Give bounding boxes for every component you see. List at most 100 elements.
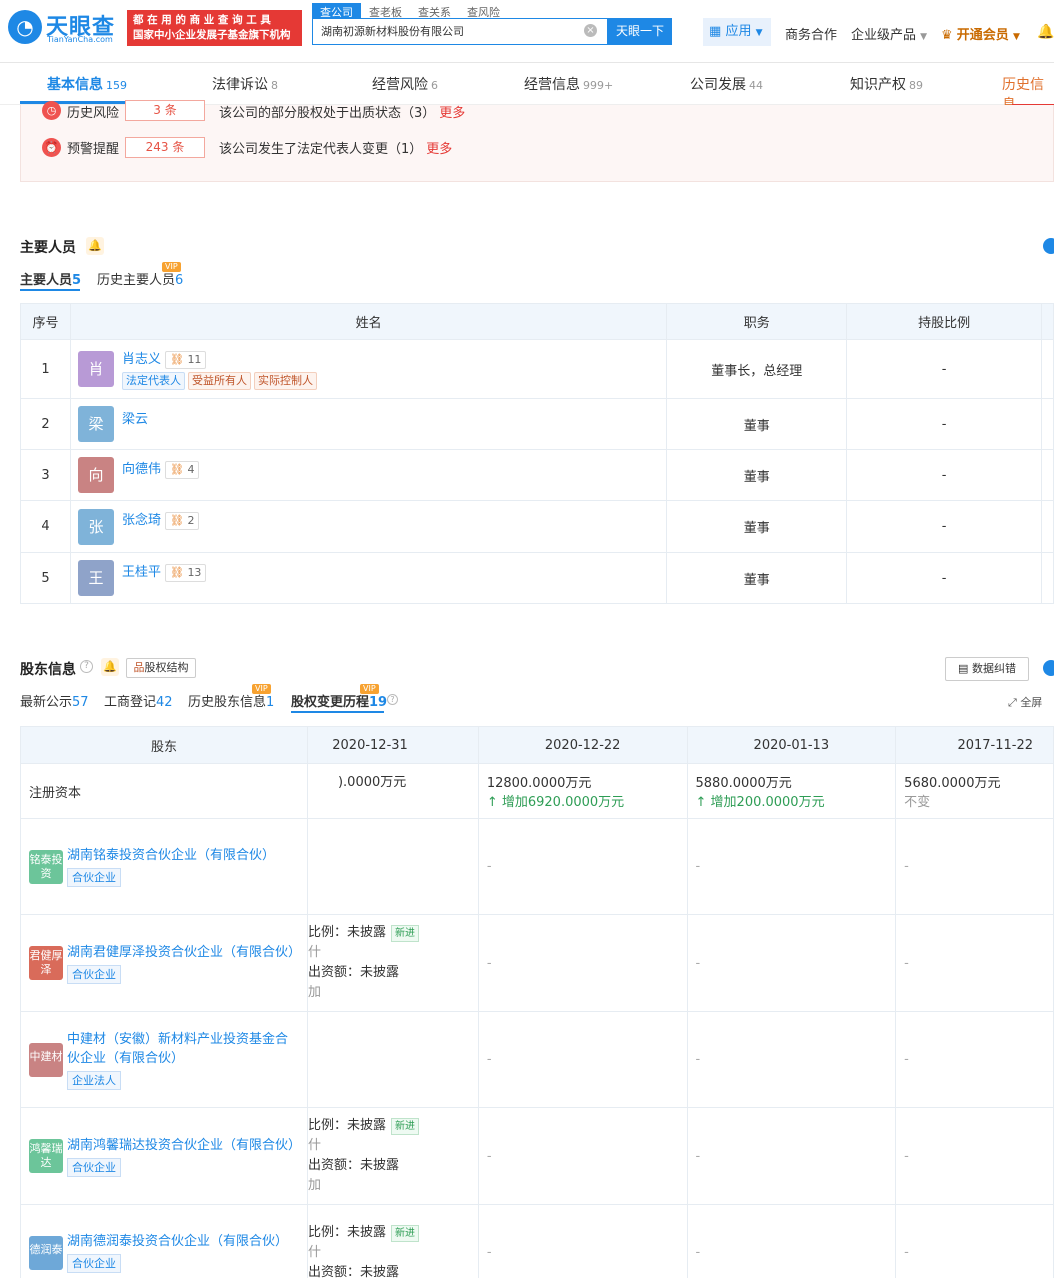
change-cell <box>306 818 479 915</box>
row-more <box>1041 500 1054 553</box>
app-menu-button[interactable]: ▦ 应用 ▼ <box>703 18 771 46</box>
data-error-label: 数据纠错 <box>971 662 1016 675</box>
company-logo[interactable]: 君健厚泽 <box>29 946 63 980</box>
company-type-tag: 合伙企业 <box>67 964 121 984</box>
company-logo[interactable]: 中建材 <box>29 1042 63 1077</box>
ratio-label: 比例： <box>307 925 347 940</box>
shareholder-cell: 中建材 中建材（安徽）新材料产业投资基金合伙企业（有限合伙） 企业法人 <box>20 1011 308 1108</box>
shareholder-cell: 铭泰投资 湖南铭泰投资合伙企业（有限合伙） 合伙企业 <box>20 818 308 915</box>
tab-label: 基本信息 <box>47 77 103 93</box>
alarm-icon: ⏰ <box>42 138 61 157</box>
shareholder-name-link[interactable]: 湖南铭泰投资合伙企业（有限合伙） <box>67 846 297 865</box>
notification-bell-icon[interactable]: 🔔 <box>1037 24 1054 40</box>
relation-count-value: 11 <box>187 353 202 366</box>
shareholder-name-link[interactable]: 湖南君健厚泽投资合伙企业（有限合伙） <box>67 943 301 962</box>
table-row: 中建材 中建材（安徽）新材料产业投资基金合伙企业（有限合伙） 企业法人 - - - <box>20 1011 1054 1108</box>
company-logo[interactable]: 鸿馨瑞达 <box>29 1139 63 1173</box>
logo-icon[interactable]: ◔ <box>8 10 42 44</box>
person-name-link[interactable]: 肖志义 <box>122 352 161 367</box>
controller-tag[interactable]: 实际控制人 <box>253 372 317 390</box>
person-name-link[interactable]: 王桂平 <box>122 565 161 580</box>
shareholder-name-link[interactable]: 中建材（安徽）新材料产业投资基金合伙企业（有限合伙） <box>67 1030 297 1068</box>
amount-value: 未披露 <box>359 1158 399 1173</box>
table-header-row: 序号 姓名 职务 持股比例 <box>20 303 1054 340</box>
relation-icon: ⛓ <box>169 514 184 527</box>
question-icon[interactable]: ? <box>387 694 398 705</box>
col-header-no: 序号 <box>20 303 71 340</box>
person-name-link[interactable]: 张念琦 <box>122 513 161 528</box>
row-more <box>1041 552 1054 604</box>
company-logo[interactable]: 铭泰投资 <box>29 849 63 884</box>
relation-count[interactable]: ⛓ 4 <box>164 460 200 479</box>
tab-business-info[interactable]: 经营信息 999+ <box>524 74 613 94</box>
equity-structure-button[interactable]: 品股权结构 <box>126 658 196 678</box>
search-input[interactable]: 湖南初源新材料股份有限公司 <box>312 18 608 45</box>
data-error-button[interactable]: ▤ 数据纠错 <box>945 657 1029 681</box>
beneficiary-tag[interactable]: 受益所有人 <box>187 372 251 390</box>
capital-change: ↑ 增加6920.0000万元 <box>487 791 687 810</box>
subtab-latest-public[interactable]: 最新公示57 <box>20 691 89 710</box>
search-button[interactable]: 天眼一下 <box>608 18 672 45</box>
relation-count[interactable]: ⛓ 2 <box>164 512 200 530</box>
fullscreen-button[interactable]: ⤢ 全屏 <box>1008 694 1042 710</box>
row-no: 1 <box>20 339 71 399</box>
company-type-tag: 合伙企业 <box>67 868 121 887</box>
shareholder-name-link[interactable]: 湖南鸿馨瑞达投资合伙企业（有限合伙） <box>67 1136 301 1155</box>
question-icon[interactable]: ? <box>80 660 93 673</box>
bell-icon[interactable]: 🔔 <box>101 658 119 676</box>
nav-business[interactable]: 商务合作 <box>785 24 837 43</box>
change-cell: 比例：未披露 新进 什 出资额：未披露 加 <box>306 914 479 1012</box>
empty-value: - <box>904 859 909 874</box>
avatar[interactable]: 肖 <box>77 351 114 387</box>
relation-count[interactable]: ⛓ 11 <box>164 351 207 369</box>
fullscreen-label: 全屏 <box>1020 696 1043 709</box>
risk-count[interactable]: 3 条 <box>125 100 205 121</box>
empty-value: - <box>904 1245 909 1260</box>
avatar[interactable]: 向 <box>77 457 114 493</box>
nav-vip[interactable]: ♛ 开通会员 ▼ <box>941 24 1020 43</box>
amount-line: 出资额：未披露 <box>308 963 478 983</box>
empty-value: - <box>904 1148 909 1164</box>
subtab-main-people[interactable]: 主要人员5 <box>20 269 81 288</box>
table-row: 1 肖 肖志义 ⛓ 11 法定代表人 受益所有人 实际控制人 董事长，总经理 - <box>20 339 1054 399</box>
risk-more-link[interactable]: 更多 <box>439 106 465 121</box>
shareholder-name-link[interactable]: 湖南德润泰投资合伙企业（有限合伙） <box>67 1232 297 1251</box>
subtab-label: 股权变更历程 <box>291 695 370 710</box>
risk-desc: 该公司的部分股权处于出质状态（3） 更多 <box>219 102 465 121</box>
shareholder-cell: 君健厚泽 湖南君健厚泽投资合伙企业（有限合伙） 合伙企业 <box>20 914 308 1012</box>
capital-cell: ).0000万元 <box>306 763 479 819</box>
new-tag: 新进 <box>391 1118 419 1135</box>
equity-structure-label: 股权结构 <box>144 661 189 674</box>
legal-rep-tag: 法定代表人 <box>121 372 185 390</box>
tab-basic-info[interactable]: 基本信息 159 <box>47 74 127 94</box>
risk-label: 预警提醒 <box>67 142 120 157</box>
risk-more-link[interactable]: 更多 <box>426 142 452 157</box>
tab-development[interactable]: 公司发展 44 <box>690 74 763 94</box>
avatar[interactable]: 梁 <box>77 406 114 442</box>
avatar[interactable]: 王 <box>77 560 114 596</box>
help-circle-icon[interactable] <box>1043 660 1054 676</box>
nav-vip-label: 开通会员 <box>956 28 1009 43</box>
avatar[interactable]: 张 <box>77 508 114 545</box>
amount-label: 出资额： <box>307 965 360 980</box>
person-name-link[interactable]: 梁云 <box>122 412 148 427</box>
row-person: 张 张念琦 ⛓ 2 <box>69 500 668 553</box>
row-no: 2 <box>20 398 71 450</box>
help-circle-icon[interactable] <box>1043 238 1054 254</box>
ratio-label: 比例： <box>307 1118 347 1133</box>
ratio-value: 未披露 <box>346 925 386 940</box>
risk-desc-text: 该公司发生了法定代表人变更（1） <box>219 142 423 157</box>
relation-icon: ⛓ <box>169 462 184 476</box>
risk-count[interactable]: 243 条 <box>125 137 205 158</box>
person-name-link[interactable]: 向德伟 <box>122 462 161 477</box>
empty-value: - <box>695 955 701 971</box>
nav-enterprise[interactable]: 企业级产品 ▼ <box>851 24 927 43</box>
relation-count[interactable]: ⛓ 13 <box>164 563 207 582</box>
company-logo[interactable]: 德润泰 <box>29 1235 63 1270</box>
bell-icon[interactable]: 🔔 <box>86 237 104 255</box>
tab-lawsuit[interactable]: 法律诉讼 8 <box>212 74 278 94</box>
tab-ip[interactable]: 知识产权 89 <box>850 74 923 94</box>
clear-icon[interactable]: × <box>584 24 597 37</box>
subtab-registration[interactable]: 工商登记42 <box>104 691 173 710</box>
tab-business-risk[interactable]: 经营风险 6 <box>372 74 438 94</box>
